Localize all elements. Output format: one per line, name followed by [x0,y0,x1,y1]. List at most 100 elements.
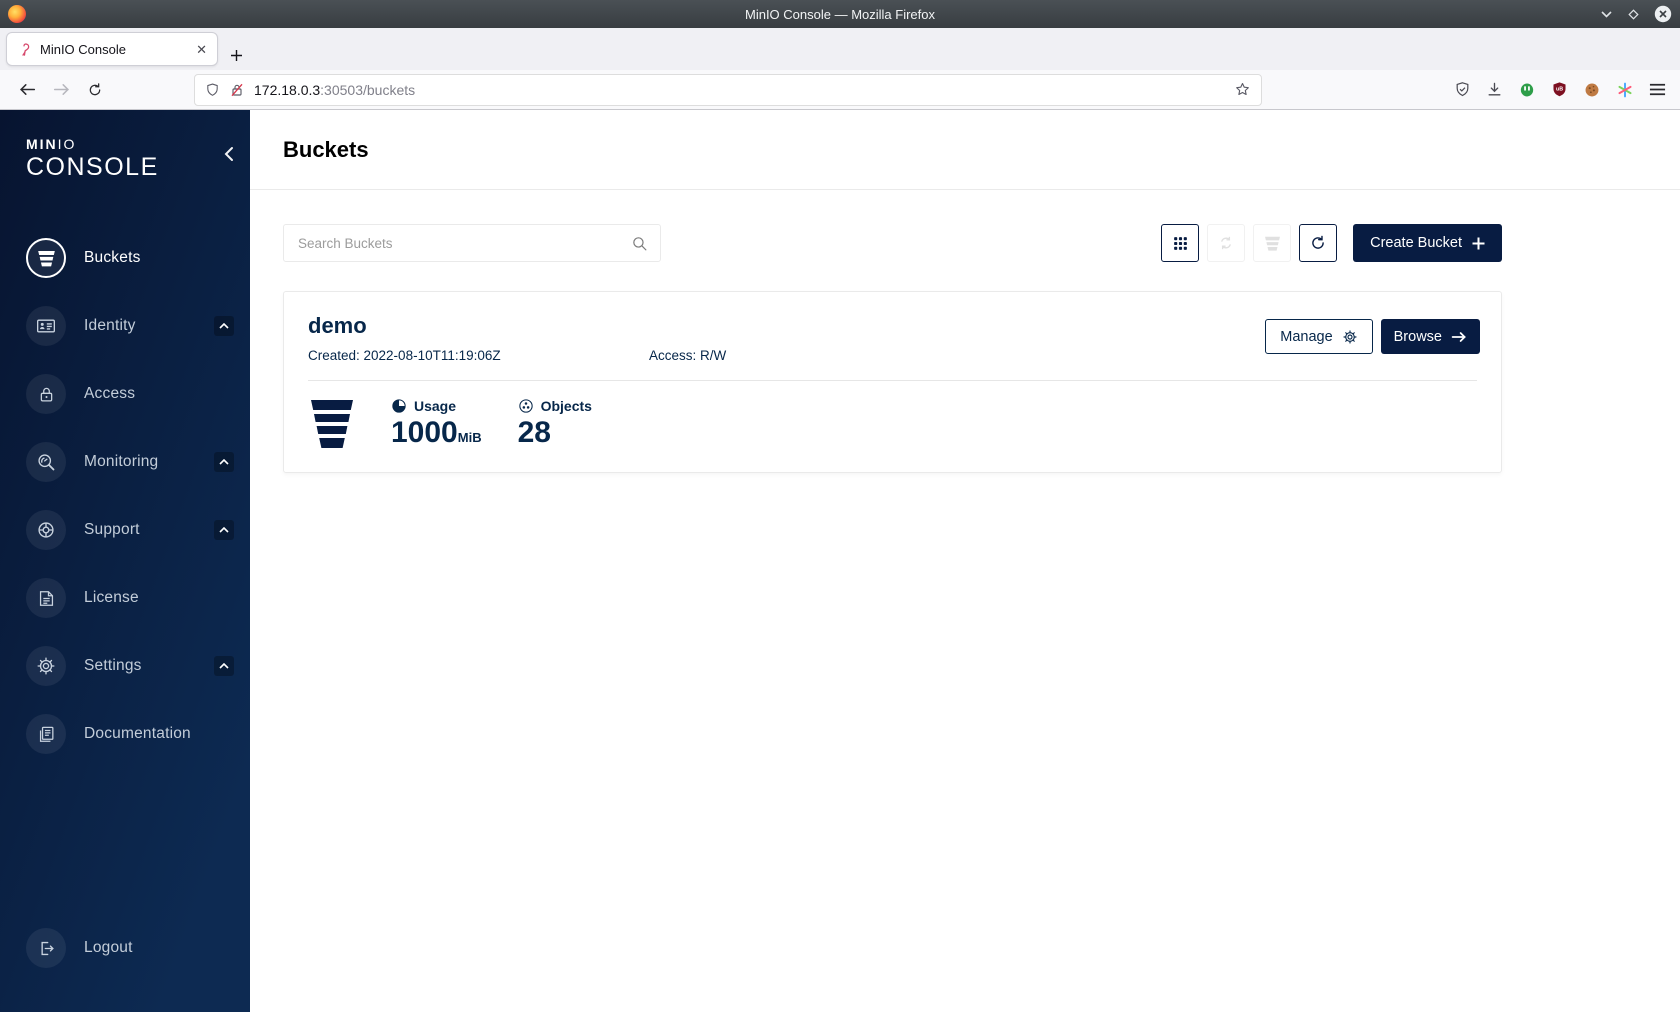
replication-icon [1221,236,1231,250]
plus-icon [1472,237,1485,249]
back-icon[interactable] [10,75,44,105]
bucket-card-demo[interactable]: demo Created: 2022-08-10T11:19:06Z Acces… [283,291,1502,473]
firefox-logo-icon [8,5,26,23]
cookie-icon[interactable] [1583,81,1601,99]
monitoring-icon [26,442,66,483]
chevron-up-icon[interactable] [214,656,234,677]
grid-view-icon [1173,236,1187,250]
usage-unit: MiB [457,430,482,445]
objects-icon [518,399,533,413]
chevron-up-icon[interactable] [214,452,234,473]
support-icon [26,510,66,551]
window-maximize-icon[interactable] [1627,8,1640,21]
bucket-created: Created: 2022-08-10T11:19:06Z [308,348,501,363]
minio-favicon [22,42,30,56]
sidebar-item-support[interactable]: Support [0,496,250,564]
new-tab-icon[interactable] [230,49,243,62]
page-header: Buckets [250,110,1680,190]
forward-icon[interactable] [44,75,78,105]
logo-console-text: CONSOLE [26,153,159,181]
sidebar-item-settings[interactable]: Settings [0,632,250,700]
usage-label: Usage [414,398,457,414]
svg-text:uB: uB [1556,87,1563,93]
window-close-icon[interactable] [1654,5,1672,23]
logout-icon [26,928,66,968]
manage-button[interactable]: Manage [1265,319,1373,354]
refresh-icon [1312,235,1324,249]
logo-io-text: IO [57,136,77,152]
menu-hamburger-icon[interactable] [1649,82,1666,97]
sidebar-item-buckets[interactable]: Buckets [0,224,250,292]
tab-strip: MinIO Console ✕ [0,28,1680,70]
reload-icon[interactable] [78,75,112,105]
sidebar-item-label: Access [84,385,136,403]
download-icon[interactable] [1486,81,1503,98]
sidebar-item-license[interactable]: License [0,564,250,632]
search-box [283,224,661,262]
create-bucket-button[interactable]: Create Bucket [1353,224,1502,262]
sidebar-item-documentation[interactable]: Documentation [0,700,250,768]
chevron-up-icon[interactable] [214,520,234,541]
browse-button[interactable]: Browse [1380,319,1480,354]
bucket-icon [1264,236,1280,251]
bucket-access: Access: R/W [649,348,727,363]
pocket-shield-icon[interactable] [1454,81,1471,98]
sidebar-item-label: License [84,589,139,607]
sidebar-item-label: Documentation [84,725,191,743]
url-text[interactable]: 172.18.0.3:30503/buckets [254,82,1225,98]
buckets-toolbar: Create Bucket [283,224,1502,262]
search-input[interactable] [298,235,631,251]
chevron-up-icon[interactable] [214,316,234,337]
sidebar-menu: Buckets Identity Access Monitoring Suppo… [0,224,250,768]
minio-console-logo: MINIO CONSOLE [0,110,250,180]
main-content: Buckets Search Buckets Create Bucket dem… [250,110,1680,1012]
sidebar-item-monitoring[interactable]: Monitoring [0,428,250,496]
replication-button [1207,224,1246,262]
sidebar-item-label: Buckets [84,249,141,267]
grid-view-button[interactable] [1161,224,1200,262]
tab-title: MinIO Console [40,41,126,57]
tracking-shield-icon[interactable] [205,82,220,98]
url-path: :30503/buckets [320,81,416,98]
objects-label: Objects [540,398,592,414]
gear-icon [26,646,66,687]
page-title: Buckets [283,136,369,162]
tab-minio-console[interactable]: MinIO Console ✕ [6,32,218,66]
sidebar: MINIO CONSOLE Buckets Identity Access Mo… [0,110,250,1012]
sidebar-item-access[interactable]: Access [0,360,250,428]
tab-close-icon[interactable]: ✕ [196,43,207,56]
browser-navbar: 172.18.0.3:30503/buckets uB [0,70,1680,110]
manage-label: Manage [1280,328,1333,345]
insecure-lock-icon[interactable] [229,82,245,98]
sidebar-item-logout[interactable]: Logout [0,914,250,982]
license-icon [26,578,66,619]
browse-label: Browse [1393,328,1442,345]
logo-min-text: MIN [26,136,58,152]
window-titlebar: MinIO Console — Mozilla Firefox [0,0,1680,28]
objects-metric: Objects 28 [518,398,592,448]
usage-pie-icon [392,399,406,413]
create-bucket-label: Create Bucket [1370,235,1462,251]
search-icon [633,236,647,250]
bucket-icon [311,400,353,448]
sidebar-collapse-icon[interactable] [224,146,234,162]
sidebar-item-identity[interactable]: Identity [0,292,250,360]
delete-buckets-button [1253,224,1292,262]
window-minimize-icon[interactable] [1600,9,1613,20]
url-bar[interactable]: 172.18.0.3:30503/buckets [194,73,1262,106]
ublock-icon[interactable]: uB [1551,81,1568,98]
usage-value: 1000 [391,416,458,449]
documentation-icon [26,714,66,755]
lock-icon [26,374,66,415]
extension-asterisk-icon[interactable] [1616,81,1634,99]
logout-label: Logout [84,939,133,956]
bookmark-star-icon[interactable] [1234,81,1251,98]
extension-green-icon[interactable] [1518,81,1536,99]
sidebar-item-label: Settings [84,657,142,675]
usage-metric: Usage 1000MiB [391,398,482,448]
url-host: 172.18.0.3 [254,81,321,98]
sidebar-item-label: Support [84,521,140,539]
refresh-button[interactable] [1299,224,1338,262]
sidebar-item-label: Identity [84,317,136,335]
objects-value: 28 [517,416,551,449]
